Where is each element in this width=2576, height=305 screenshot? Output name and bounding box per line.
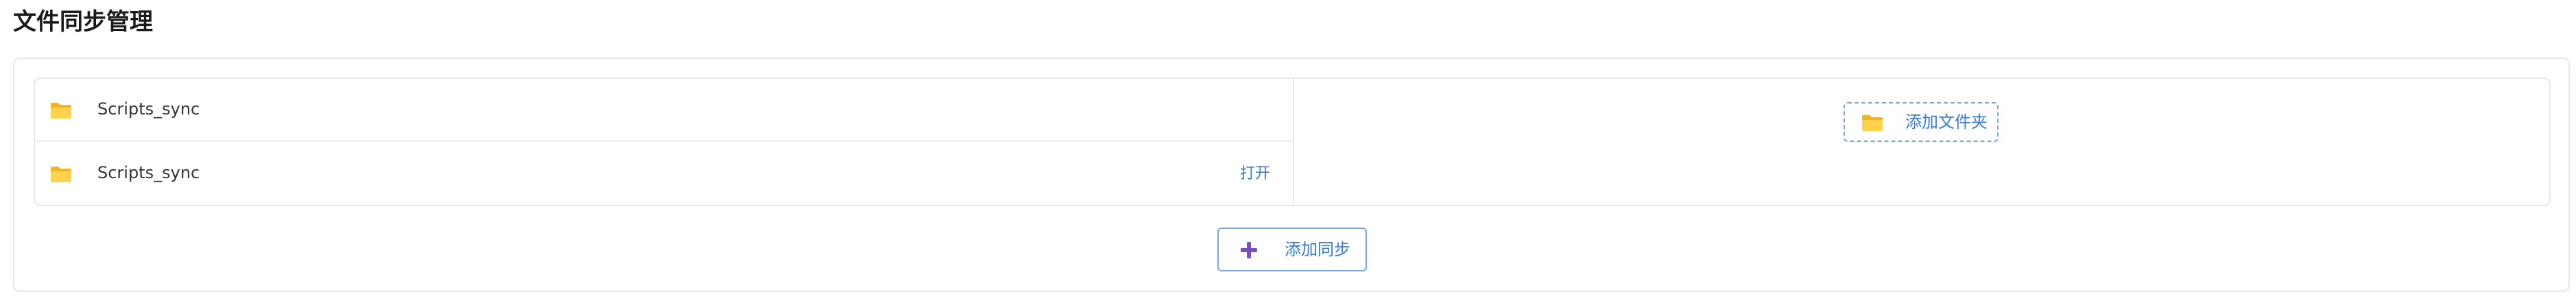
folder-list: Scripts_sync Scripts_sync 打开	[35, 79, 1294, 205]
add-folder-label: 添加文件夹	[1905, 112, 1988, 132]
folder-row[interactable]: Scripts_sync	[35, 79, 1293, 142]
add-folder-area: 添加文件夹	[1294, 79, 2549, 205]
page-title: 文件同步管理	[13, 8, 153, 36]
plus-icon	[1241, 242, 1257, 258]
folder-name: Scripts_sync	[97, 99, 200, 119]
add-sync-button[interactable]: 添加同步	[1217, 228, 1367, 271]
add-sync-label: 添加同步	[1285, 240, 1350, 259]
sync-panel: Scripts_sync Scripts_sync 打开 添加文件夹	[34, 77, 2551, 206]
sync-card: Scripts_sync Scripts_sync 打开 添加文件夹 添加同步	[13, 58, 2570, 292]
folder-name: Scripts_sync	[97, 163, 200, 182]
folder-icon	[51, 167, 71, 182]
folder-icon	[51, 103, 71, 119]
folder-icon	[1862, 115, 1883, 131]
open-folder-link[interactable]: 打开	[1240, 164, 1270, 184]
folder-row[interactable]: Scripts_sync 打开	[35, 143, 1293, 205]
add-folder-button[interactable]: 添加文件夹	[1844, 102, 1999, 142]
